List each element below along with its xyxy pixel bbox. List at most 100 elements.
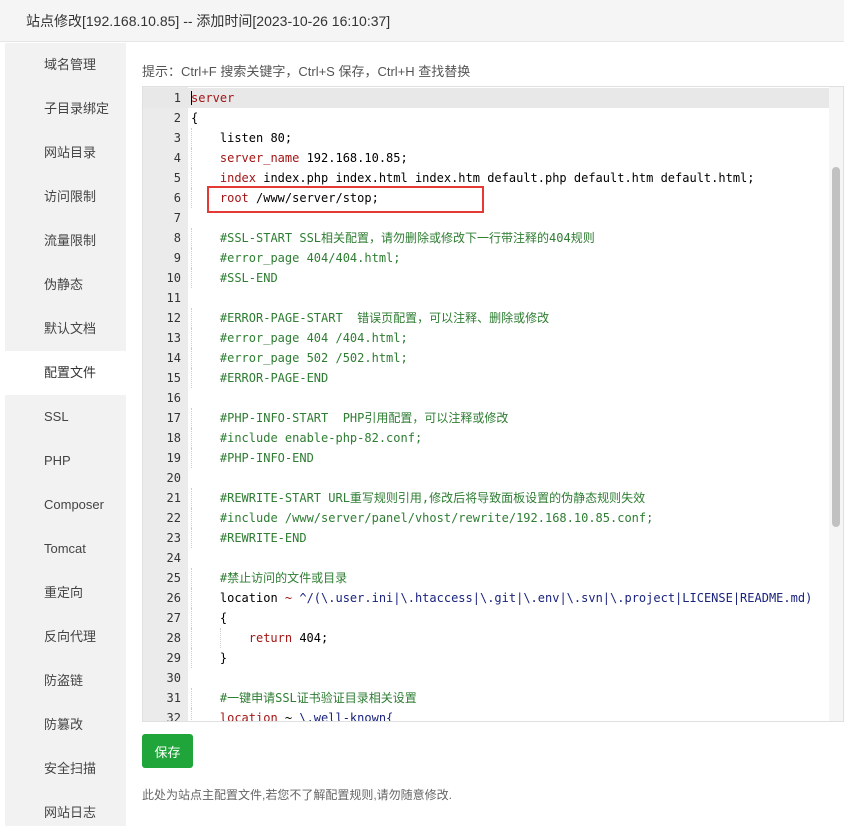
code-token: #SSL-END	[219, 271, 278, 285]
indent-guide	[191, 248, 192, 268]
indent-guide	[191, 628, 192, 648]
line-text: #error_page 404 /404.html;	[220, 328, 408, 348]
code-token: #ERROR-PAGE-START 错误页配置，可以注释、删除或修改	[219, 311, 550, 325]
line-text: {	[220, 608, 227, 628]
config-editor[interactable]: 1 server 2{3 listen 80; 4 server_name 192.168…	[142, 86, 844, 722]
line-text: #PHP-INFO-END	[220, 448, 314, 468]
code-line: 24	[143, 548, 831, 568]
code-line: 4 server_name 192.168.10.85;	[143, 148, 831, 168]
indent-guide	[191, 588, 192, 608]
code-line: 22 #include /www/server/panel/vhost/rewri…	[143, 508, 831, 528]
indent-guide	[219, 628, 221, 648]
line-number: 7	[173, 211, 181, 225]
line-number: 13	[166, 331, 181, 345]
line-number: 27	[166, 611, 181, 625]
line-number: 18	[166, 431, 181, 445]
code-line: 13 #error_page 404 /404.html;	[143, 328, 831, 348]
editor-scrollbar[interactable]	[829, 87, 843, 721]
sidebar-item[interactable]: 网站日志	[5, 791, 126, 826]
code-token: #error_page 404 /404.html;	[219, 331, 408, 345]
line-number: 23	[166, 531, 181, 545]
line-number: 29	[166, 651, 181, 665]
code-token: ~	[277, 591, 300, 605]
code-token: 192.168.10.85;	[299, 151, 408, 165]
code-token: \.well-known{	[299, 711, 394, 722]
sidebar-item[interactable]: 配置文件	[5, 351, 126, 395]
save-button[interactable]: 保存	[142, 734, 193, 768]
sidebar-item[interactable]: Composer	[5, 483, 126, 527]
indent-guide	[191, 708, 192, 721]
line-text: server	[191, 88, 234, 108]
line-text: location ~ ^/(\.user.ini|\.htaccess|\.gi…	[220, 588, 812, 608]
line-number: 24	[166, 551, 181, 565]
sidebar-item[interactable]: 域名管理	[5, 43, 126, 87]
sidebar-item[interactable]: Tomcat	[5, 527, 126, 571]
sidebar-item[interactable]: 安全扫描	[5, 747, 126, 791]
code-line: 29}	[143, 648, 831, 668]
sidebar-item[interactable]: 网站目录	[5, 131, 126, 175]
indent-guide	[191, 308, 192, 328]
line-number: 6	[173, 191, 181, 205]
sidebar-item[interactable]: 流量限制	[5, 219, 126, 263]
line-number: 5	[173, 171, 181, 185]
line-text: location ~ \.well-known{	[220, 708, 394, 722]
line-text: }	[220, 648, 227, 668]
sidebar-item[interactable]: 伪静态	[5, 263, 126, 307]
code-token: server	[191, 91, 235, 105]
sidebar-item[interactable]: PHP	[5, 439, 126, 483]
editor-hint: 提示：Ctrl+F 搜索关键字，Ctrl+S 保存，Ctrl+H 查找替换	[142, 64, 471, 79]
code-token: #PHP-INFO-END	[219, 451, 314, 465]
code-line: 25 #禁止访问的文件或目录	[143, 568, 831, 588]
code-token: }	[219, 651, 228, 665]
code-token: #一键申请SSL证书验证目录相关设置	[219, 691, 417, 705]
line-text: #error_page 404/404.html;	[220, 248, 401, 268]
code-line: 31 #一键申请SSL证书验证目录相关设置	[143, 688, 831, 708]
sidebar-item[interactable]: 默认文档	[5, 307, 126, 351]
code-line: 15 #ERROR-PAGE-END	[143, 368, 831, 388]
line-number: 1	[173, 91, 181, 105]
code-line: 11	[143, 288, 831, 308]
code-token: #SSL-START SSL相关配置，请勿删除或修改下一行带注释的404规则	[219, 231, 595, 245]
code-token: ^/(\.user.ini|\.htaccess|\.git|\.env|\.s…	[299, 591, 813, 605]
line-text: {	[191, 108, 198, 128]
line-number: 20	[166, 471, 181, 485]
code-line: 1 server	[143, 88, 831, 108]
code-line: 28 return 404;	[143, 628, 831, 648]
sidebar-item[interactable]: 防盗链	[5, 659, 126, 703]
code-token: #include /www/server/panel/vhost/rewrite…	[219, 511, 654, 525]
line-text: #PHP-INFO-START PHP引用配置，可以注释或修改	[220, 408, 509, 428]
code-line: 23 #REWRITE-END	[143, 528, 831, 548]
code-token: 404;	[292, 631, 329, 645]
code-token: server_name	[219, 151, 300, 165]
code-line: 14 #error_page 502 /502.html;	[143, 348, 831, 368]
code-line: 10 #SSL-END	[143, 268, 831, 288]
code-line: 17 #PHP-INFO-START PHP引用配置，可以注释或修改	[143, 408, 831, 428]
sidebar-item[interactable]: 访问限制	[5, 175, 126, 219]
line-text: #一键申请SSL证书验证目录相关设置	[220, 688, 417, 708]
sidebar-item[interactable]: 反向代理	[5, 615, 126, 659]
scrollbar-thumb[interactable]	[832, 167, 840, 527]
line-number: 10	[166, 271, 181, 285]
code-line: 16	[143, 388, 831, 408]
line-number: 12	[166, 311, 181, 325]
sidebar-item[interactable]: SSL	[5, 395, 126, 439]
code-line: 2{	[143, 108, 831, 128]
window-title: 站点修改[192.168.10.85] -- 添加时间[2023-10-26 1…	[0, 0, 844, 42]
indent-guide	[191, 128, 192, 148]
code-token: #REWRITE-END	[219, 531, 307, 545]
sidebar-item[interactable]: 子目录绑定	[5, 87, 126, 131]
line-number: 30	[166, 671, 181, 685]
code-line: 27 {	[143, 608, 831, 628]
line-text: #SSL-START SSL相关配置，请勿删除或修改下一行带注释的404规则	[220, 228, 595, 248]
line-text: index index.php index.html index.htm def…	[220, 168, 755, 188]
config-warning-note: 此处为站点主配置文件,若您不了解配置规则,请勿随意修改.	[142, 788, 453, 802]
indent-guide	[191, 408, 192, 428]
line-number: 14	[166, 351, 181, 365]
code-line: 8 #SSL-START SSL相关配置，请勿删除或修改下一行带注释的404规则	[143, 228, 831, 248]
sidebar-item[interactable]: 防篡改	[5, 703, 126, 747]
sidebar-item[interactable]: 重定向	[5, 571, 126, 615]
indent-guide	[191, 168, 192, 188]
line-text: #REWRITE-END	[220, 528, 307, 548]
indent-guide	[191, 348, 192, 368]
code-token: #error_page 502 /502.html;	[219, 351, 408, 365]
